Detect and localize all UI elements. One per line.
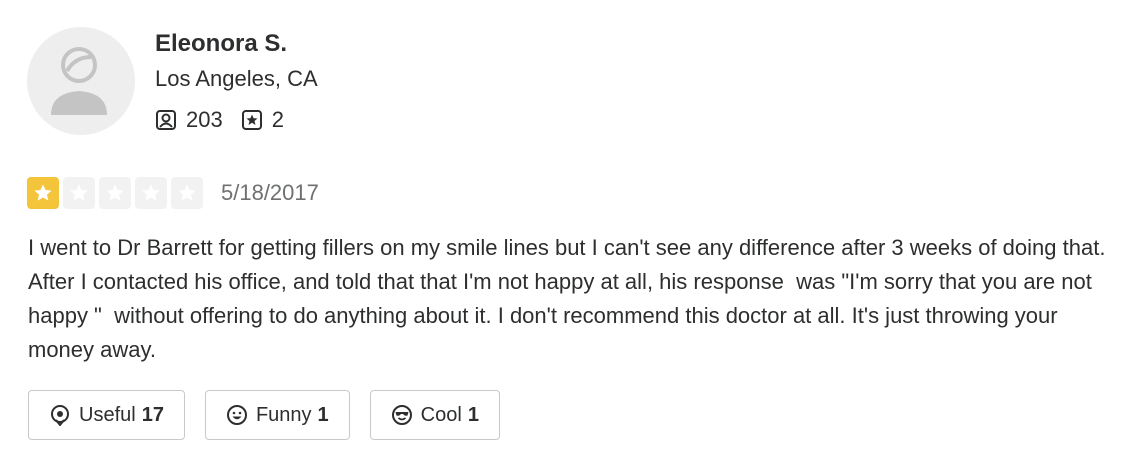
friends-icon <box>156 110 176 130</box>
star-icon <box>70 184 88 201</box>
useful-count: 17 <box>141 403 164 426</box>
reaction-buttons: Useful 17 Funny 1 Cool 1 <box>28 390 520 440</box>
star-icon <box>142 184 160 201</box>
default-avatar-icon <box>51 47 107 115</box>
cool-label: Cool <box>420 403 462 426</box>
star-rating <box>27 177 207 209</box>
reviews-stat: 2 <box>241 107 284 133</box>
funny-label: Funny <box>255 403 312 426</box>
user-stats: 203 2 <box>155 104 302 136</box>
cool-icon <box>391 405 412 425</box>
friends-count: 203 <box>186 107 223 132</box>
rating-row: 5/18/2017 <box>27 177 319 209</box>
cool-count: 1 <box>467 403 479 426</box>
funny-icon <box>226 405 247 425</box>
review-date: 5/18/2017 <box>221 180 319 205</box>
review-star-icon <box>241 110 262 130</box>
reviews-count: 2 <box>271 107 284 132</box>
funny-count: 1 <box>317 403 329 426</box>
rating-star-2 <box>63 177 95 209</box>
user-name[interactable]: Eleonora S. <box>155 28 287 60</box>
user-avatar[interactable] <box>27 27 135 135</box>
useful-icon <box>51 405 69 426</box>
star-icon <box>34 184 52 201</box>
rating-star-3 <box>99 177 131 209</box>
rating-star-1 <box>27 177 59 209</box>
review-text: I went to Dr Barrett for getting fillers… <box>28 235 1111 362</box>
star-icon <box>178 184 196 201</box>
friends-stat: 203 <box>155 107 223 133</box>
user-location: Los Angeles, CA <box>155 66 318 91</box>
funny-button[interactable]: Funny 1 <box>204 390 350 440</box>
cool-button[interactable]: Cool 1 <box>369 390 500 440</box>
useful-label: Useful <box>79 403 136 426</box>
star-icon <box>106 184 124 201</box>
rating-star-5 <box>171 177 203 209</box>
useful-button[interactable]: Useful 17 <box>28 390 185 440</box>
rating-star-4 <box>135 177 167 209</box>
